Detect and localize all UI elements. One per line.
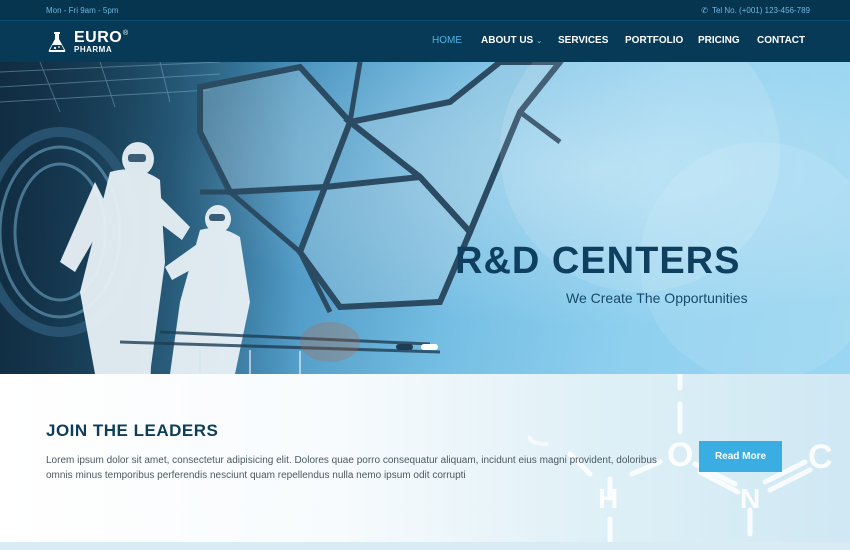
business-hours: Mon - Fri 9am - 5pm (46, 6, 119, 15)
slider-dot-2[interactable] (421, 344, 438, 350)
join-title: JOIN THE LEADERS (46, 421, 219, 440)
chevron-down-icon: ⌄ (536, 38, 543, 45)
nav-item-portfolio[interactable]: PORTFOLIO (625, 35, 683, 46)
main-navbar: EURO ® PHARMA HOME ABOUT US ⌄ SERVICES PO… (0, 20, 850, 62)
molecule-letter-h: H (598, 483, 618, 514)
nav-item-home[interactable]: HOME (432, 35, 462, 46)
phone-contact[interactable]: ✆ Tel No. (+001) 123-456-789 (701, 6, 810, 15)
nav-item-contact[interactable]: CONTACT (757, 35, 805, 46)
phone-icon: ✆ (701, 6, 708, 15)
slider-dot-1[interactable] (396, 344, 413, 350)
molecule-letter-c: C (808, 438, 833, 476)
hero-title: R&D CENTERS (455, 240, 741, 282)
nav-item-services[interactable]: SERVICES (558, 35, 608, 46)
join-text: Lorem ipsum dolor sit amet, consectetur … (46, 455, 657, 481)
hero-slider: R&D CENTERS We Create The Opportunities (0, 62, 850, 374)
hero-background-image (0, 62, 850, 374)
join-section: O C H N JOIN THE LEADERS Lorem ipsum dol… (0, 374, 850, 542)
top-info-bar: Mon - Fri 9am - 5pm ✆ Tel No. (+001) 123-… (0, 0, 850, 20)
read-more-button[interactable]: Read More (699, 441, 782, 472)
hero-subtitle: We Create The Opportunities (566, 290, 748, 306)
phone-number: Tel No. (+001) 123-456-789 (711, 6, 810, 15)
nav-item-about-us[interactable]: ABOUT US ⌄ (481, 35, 542, 46)
bottom-strip (0, 542, 850, 550)
nav-item-about-us-label: ABOUT US (481, 35, 534, 46)
nav-item-pricing[interactable]: PRICING (698, 35, 740, 46)
molecule-letter-n: N (740, 483, 760, 514)
primary-nav: HOME ABOUT US ⌄ SERVICES PORTFOLIO PRICIN… (0, 21, 850, 62)
